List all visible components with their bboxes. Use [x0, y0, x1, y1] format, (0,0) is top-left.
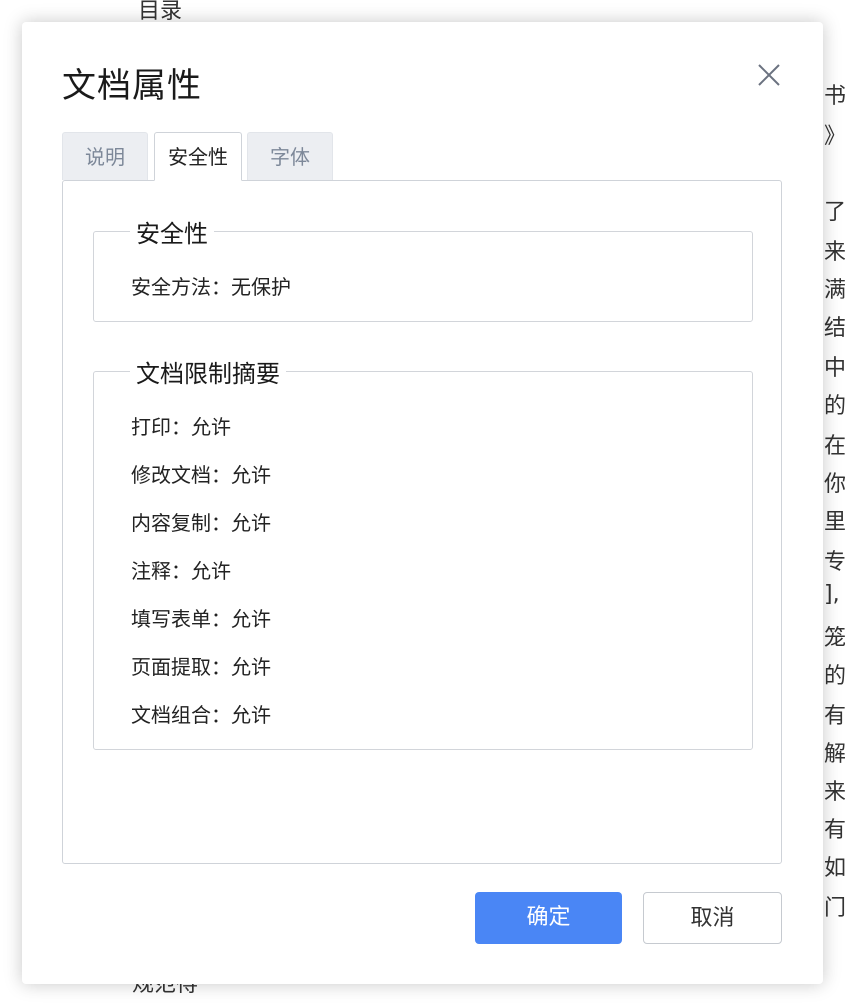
background-text-top: 目录 — [138, 0, 183, 24]
restriction-value: 允许 — [191, 559, 231, 583]
background-char: 有 — [824, 818, 845, 843]
close-button[interactable] — [754, 60, 784, 90]
restriction-label: 修改文档： — [131, 463, 231, 487]
security-method-row: 安全方法：无保护 — [131, 271, 291, 300]
restriction-value: 允许 — [231, 463, 271, 487]
restriction-label: 文档组合： — [131, 703, 231, 727]
cancel-button[interactable]: 取消 — [643, 892, 782, 944]
security-method-value: 无保护 — [231, 275, 291, 299]
background-char: 》 — [824, 124, 845, 149]
tab-panel-security: 安全性 安全方法：无保护 文档限制摘要 打印：允许 修改文档：允许 内容复制：允… — [62, 180, 782, 864]
tab-fonts[interactable]: 字体 — [247, 132, 333, 180]
background-char: 门上 — [824, 896, 845, 921]
security-group: 安全性 — [93, 214, 753, 322]
background-char: 的 — [824, 664, 845, 689]
background-char: 你 — [824, 472, 845, 497]
background-char: 中 — [824, 356, 845, 381]
restriction-value: 允许 — [231, 607, 271, 631]
restriction-label: 打印： — [131, 415, 191, 439]
restriction-assemble: 文档组合：允许 — [131, 699, 271, 728]
background-char: 结 — [824, 316, 845, 341]
security-method-label: 安全方法： — [131, 275, 231, 299]
background-char: 的 — [824, 394, 845, 419]
background-char: 笼 — [824, 626, 845, 651]
restriction-print: 打印：允许 — [131, 411, 231, 440]
restriction-annotate: 注释：允许 — [131, 555, 231, 584]
restriction-label: 页面提取： — [131, 655, 231, 679]
tab-description[interactable]: 说明 — [62, 132, 148, 180]
tab-security[interactable]: 安全性 — [154, 132, 242, 181]
document-properties-dialog: 文档属性 说明 安全性 字体 安全性 安全方法：无保护 文档限制摘要 打印：允许… — [22, 22, 823, 984]
restriction-copy: 内容复制：允许 — [131, 507, 271, 536]
background-char: 专 — [824, 550, 845, 575]
security-group-legend: 安全性 — [136, 220, 208, 248]
restrictions-group-legend: 文档限制摘要 — [136, 360, 280, 388]
dialog-title: 文档属性 — [62, 66, 202, 106]
background-char: 解 — [824, 742, 845, 767]
restriction-label: 注释： — [131, 559, 191, 583]
background-char: 来 — [824, 780, 845, 805]
background-char: 如 — [824, 856, 845, 881]
restriction-value: 允许 — [231, 511, 271, 535]
restriction-value: 允许 — [231, 655, 271, 679]
restriction-label: 填写表单： — [131, 607, 231, 631]
background-char: 来 — [824, 240, 845, 265]
restriction-modify: 修改文档：允许 — [131, 459, 271, 488]
background-char: ], — [824, 582, 840, 607]
restriction-fill-forms: 填写表单：允许 — [131, 603, 271, 632]
restriction-page-extract: 页面提取：允许 — [131, 651, 271, 680]
restriction-label: 内容复制： — [131, 511, 231, 535]
restriction-value: 允许 — [191, 415, 231, 439]
background-char: 满 — [824, 278, 845, 303]
background-char: 里 — [824, 510, 845, 535]
ok-button[interactable]: 确定 — [475, 892, 622, 944]
background-char: 了 — [824, 200, 845, 225]
restriction-value: 允许 — [231, 703, 271, 727]
close-icon — [758, 64, 780, 86]
background-char: 有 — [824, 704, 845, 729]
background-char: 在 — [824, 434, 845, 459]
background-char: 书 — [824, 84, 845, 109]
